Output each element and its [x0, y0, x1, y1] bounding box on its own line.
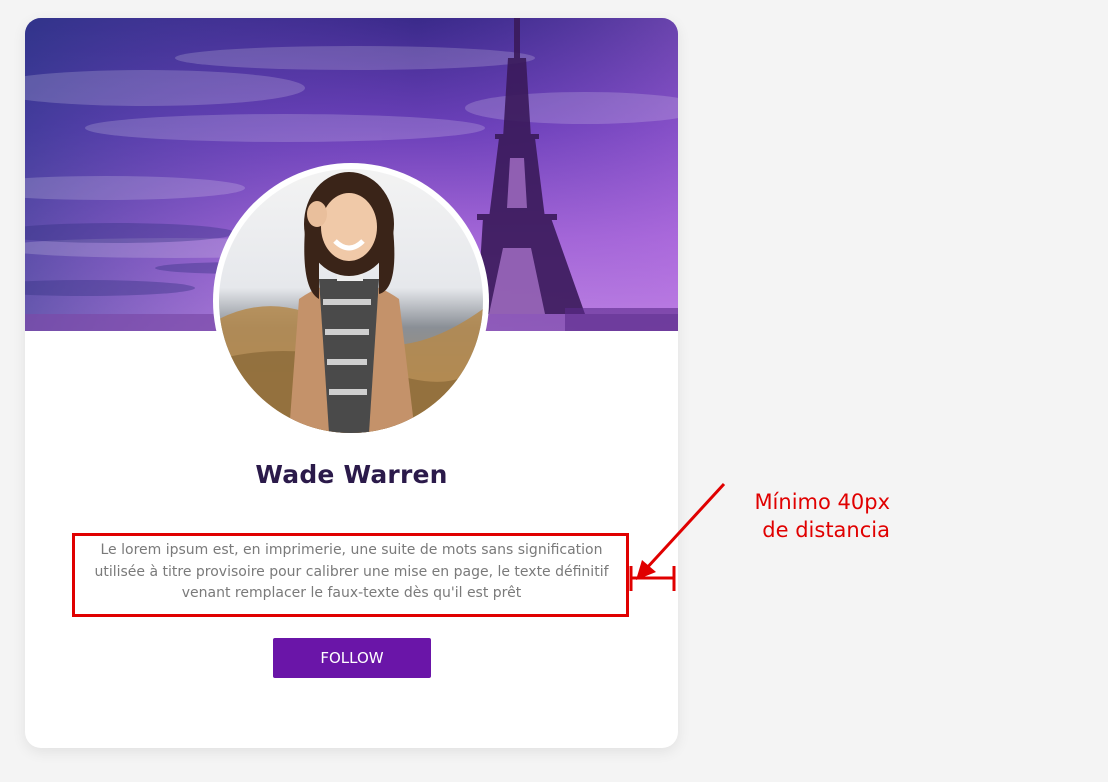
annotation-text: Mínimo 40px de distancia — [700, 488, 890, 544]
annotation-line-2: de distancia — [762, 518, 890, 542]
annotation-arrow — [629, 482, 726, 591]
annotation-line-1: Mínimo 40px — [754, 490, 890, 514]
